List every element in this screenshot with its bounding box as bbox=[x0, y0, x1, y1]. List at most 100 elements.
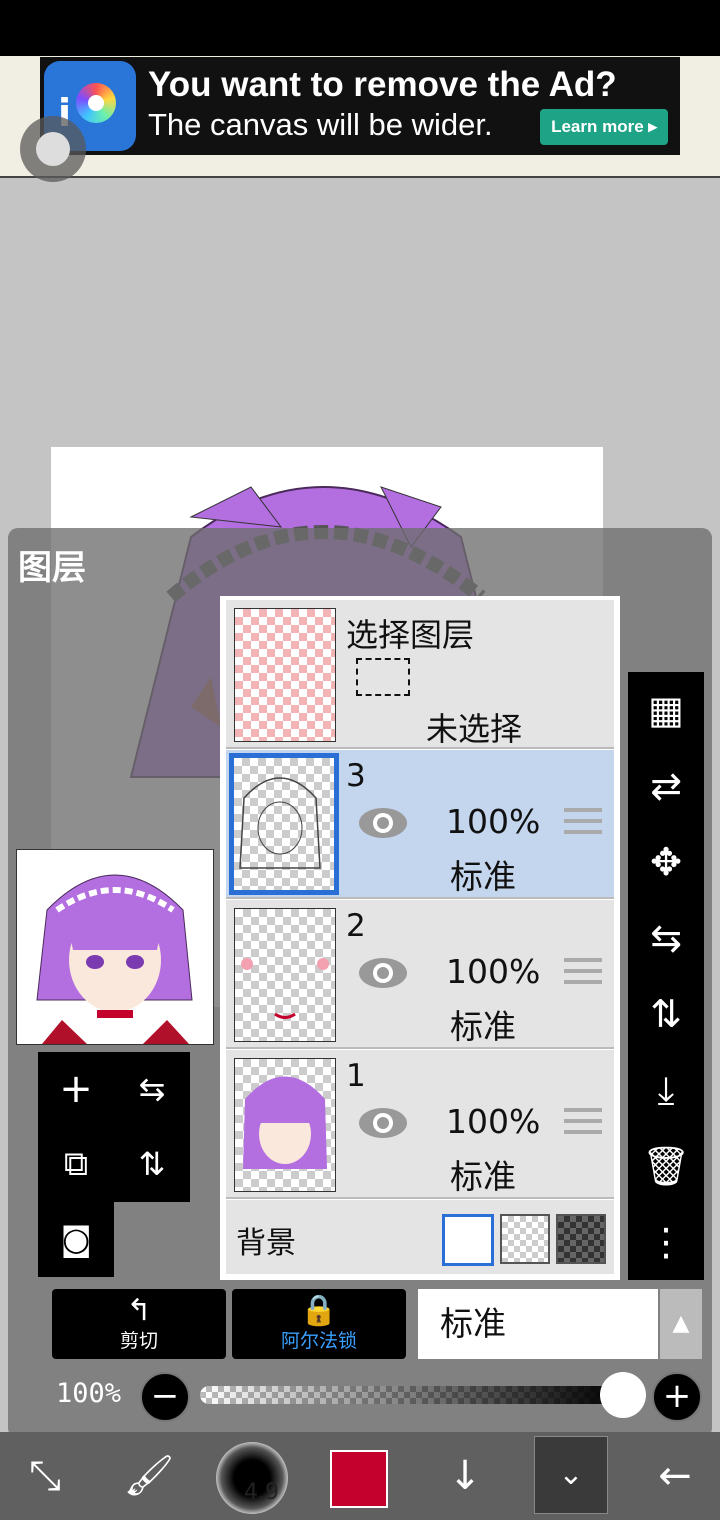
layer-1-art bbox=[243, 1076, 327, 1169]
delete-layer-button[interactable]: 🗑 bbox=[628, 1128, 704, 1204]
layer-1-thumbnail bbox=[234, 1058, 336, 1192]
back-button[interactable]: ← bbox=[630, 1432, 720, 1520]
blend-mode-select[interactable]: 标准 bbox=[418, 1289, 658, 1359]
flip-vertical-button[interactable]: ⇅ bbox=[114, 1127, 190, 1202]
layer-3-number: 3 bbox=[346, 758, 366, 794]
opacity-label: 100% bbox=[56, 1378, 122, 1409]
layer-3-lineart bbox=[239, 777, 321, 869]
status-bar bbox=[0, 0, 720, 56]
layers-icon: ⌄ bbox=[558, 1457, 584, 1492]
background-row: 背景 bbox=[226, 1200, 614, 1274]
left-toolbar: + ⇆ ⧉ ⇅ ◙ bbox=[38, 1052, 190, 1278]
learn-more-button[interactable]: Learn more ▸ bbox=[540, 109, 668, 145]
back-icon: ← bbox=[658, 1453, 692, 1499]
add-layer-icon: + bbox=[59, 1066, 93, 1112]
camera-button[interactable]: ◙ bbox=[38, 1202, 114, 1277]
move-button[interactable]: ✥ bbox=[628, 824, 704, 900]
layer-row-2[interactable]: 2 100% 标准 bbox=[226, 900, 614, 1049]
drag-handle-icon[interactable] bbox=[564, 1108, 602, 1138]
brush-icon: 🖌 bbox=[123, 1453, 175, 1499]
clip-icon: ↰ bbox=[126, 1293, 152, 1328]
background-transparent-swatch[interactable] bbox=[500, 1214, 550, 1264]
panel-title: 图层 bbox=[18, 548, 86, 588]
transform-tool-button[interactable]: ⤡ bbox=[0, 1432, 90, 1520]
flip-v-button[interactable]: ⇅ bbox=[628, 976, 704, 1052]
layer-2-art bbox=[241, 958, 329, 1019]
layer-list: 选择图层 未选择 3 100% 标准 2 100% 标准 1 100% 标准 背… bbox=[220, 596, 620, 1280]
layers-button[interactable]: ⌄ bbox=[534, 1436, 608, 1514]
visibility-eye-icon[interactable] bbox=[358, 956, 408, 990]
background-dark-swatch[interactable] bbox=[556, 1214, 606, 1264]
trash-icon: 🗑 bbox=[641, 1144, 691, 1188]
background-white-swatch[interactable] bbox=[442, 1214, 494, 1266]
transparency-icon: ▦ bbox=[648, 688, 684, 732]
layer-3-opacity: 100% bbox=[446, 802, 541, 841]
blend-mode-value: 标准 bbox=[440, 1304, 506, 1343]
background-label: 背景 bbox=[236, 1226, 296, 1261]
add-layer-button[interactable]: + bbox=[38, 1052, 114, 1127]
layer-1-opacity: 100% bbox=[446, 1102, 541, 1141]
transform-icon: ⤡ bbox=[29, 1453, 61, 1499]
brush-tool-button[interactable]: 🖌 bbox=[104, 1432, 194, 1520]
selection-layer-title: 选择图层 bbox=[346, 616, 475, 654]
layer-3-blend: 标准 bbox=[450, 857, 516, 896]
download-icon: ↓ bbox=[448, 1453, 482, 1499]
brush-size-value: 4.9 bbox=[244, 1480, 279, 1505]
layer-1-blend: 标准 bbox=[450, 1157, 516, 1196]
more-button[interactable]: ⋮ bbox=[628, 1204, 704, 1280]
clip-button[interactable]: ↰ 剪切 bbox=[52, 1289, 226, 1359]
layer-row-3[interactable]: 3 100% 标准 bbox=[226, 750, 614, 899]
right-toolbar: ▦ ⇄ ✥ ⇆ ⇅ ⤓ 🗑 ⋮ bbox=[628, 672, 704, 1280]
flip-h-icon: ⇆ bbox=[650, 916, 682, 960]
canvas-preview[interactable] bbox=[16, 849, 214, 1045]
layer-2-number: 2 bbox=[346, 908, 366, 944]
layer-2-opacity: 100% bbox=[446, 952, 541, 991]
drag-handle-icon[interactable] bbox=[564, 808, 602, 838]
minus-icon: − bbox=[150, 1376, 180, 1416]
layer-1-number: 1 bbox=[346, 1058, 366, 1094]
plus-icon: + bbox=[662, 1376, 692, 1416]
merge-down-button[interactable]: ⤓ bbox=[628, 1052, 704, 1128]
preview-artwork bbox=[36, 874, 193, 1044]
selection-layer-thumbnail bbox=[234, 608, 336, 742]
clip-label: 剪切 bbox=[119, 1330, 158, 1352]
alpha-lock-label: 阿尔法锁 bbox=[280, 1330, 357, 1352]
opacity-slider[interactable] bbox=[200, 1386, 620, 1404]
duplicate-layer-button[interactable]: ⧉ bbox=[38, 1127, 114, 1202]
selection-layer-row[interactable]: 选择图层 未选择 bbox=[226, 600, 614, 749]
ad-title: You want to remove the Ad? bbox=[148, 65, 617, 104]
lock-icon: 🔒 bbox=[300, 1293, 338, 1328]
layer-2-blend: 标准 bbox=[450, 1007, 516, 1046]
flip-horizontal-icon: ⇆ bbox=[138, 1070, 166, 1108]
ad-subtitle: The canvas will be wider. bbox=[148, 107, 493, 142]
flip-vertical-icon: ⇅ bbox=[138, 1145, 166, 1183]
visibility-eye-icon[interactable] bbox=[358, 806, 408, 840]
download-button[interactable]: ↓ bbox=[420, 1432, 510, 1520]
layer-2-thumbnail bbox=[234, 908, 336, 1042]
duplicate-layer-icon: ⧉ bbox=[63, 1144, 89, 1184]
alpha-lock-button[interactable]: 🔒 阿尔法锁 bbox=[232, 1289, 406, 1359]
move-icon: ✥ bbox=[650, 840, 682, 884]
ad-banner[interactable]: i You want to remove the Ad? The canvas … bbox=[40, 57, 680, 155]
drag-handle-icon[interactable] bbox=[564, 958, 602, 988]
flip-v-icon: ⇅ bbox=[650, 992, 682, 1036]
selection-state: 未选择 bbox=[426, 710, 523, 748]
selection-marquee-icon bbox=[356, 658, 410, 696]
swap-button[interactable]: ⇄ bbox=[628, 748, 704, 824]
merge-down-icon: ⤓ bbox=[657, 1068, 675, 1112]
layer-3-thumbnail bbox=[229, 753, 339, 895]
visibility-eye-icon[interactable] bbox=[358, 1106, 408, 1140]
opacity-increase-button[interactable]: + bbox=[652, 1372, 702, 1422]
floating-menu-button[interactable] bbox=[20, 116, 86, 182]
opacity-slider-knob[interactable] bbox=[600, 1372, 646, 1418]
flip-h-button[interactable]: ⇆ bbox=[628, 900, 704, 976]
more-icon: ⋮ bbox=[647, 1220, 685, 1264]
blend-mode-dropdown-icon[interactable]: ▲ bbox=[660, 1289, 702, 1359]
flip-horizontal-button[interactable]: ⇆ bbox=[114, 1052, 190, 1127]
transparency-button[interactable]: ▦ bbox=[628, 672, 704, 748]
opacity-decrease-button[interactable]: − bbox=[140, 1372, 190, 1422]
layer-row-1[interactable]: 1 100% 标准 bbox=[226, 1050, 614, 1199]
camera-icon: ◙ bbox=[60, 1220, 92, 1258]
color-swatch[interactable] bbox=[330, 1450, 388, 1508]
swap-icon: ⇄ bbox=[650, 764, 682, 808]
